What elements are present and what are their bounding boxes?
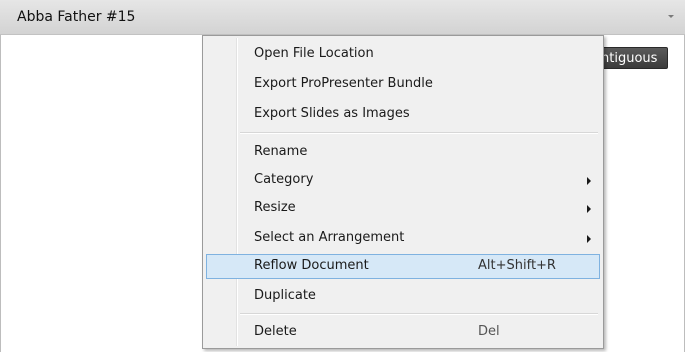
menu-item-label: Open File Location xyxy=(254,46,374,61)
menu-item-label: Duplicate xyxy=(254,288,316,303)
menu-item-reflow-document[interactable]: Reflow Document Alt+Shift+R xyxy=(206,254,600,279)
menu-separator xyxy=(240,313,598,315)
menu-item-label: Category xyxy=(254,172,314,187)
menu-item-category[interactable]: Category xyxy=(206,168,600,193)
menu-item-resize[interactable]: Resize xyxy=(206,196,600,221)
submenu-arrow-icon xyxy=(587,205,591,213)
menu-item-shortcut: Del xyxy=(478,324,500,339)
menu-item-duplicate[interactable]: Duplicate xyxy=(206,284,600,309)
app-window: Abba Father #15 Contiguous Open File Loc… xyxy=(0,0,685,352)
menu-item-label: Export ProPresenter Bundle xyxy=(254,76,433,91)
menu-item-select-an-arrangement[interactable]: Select an Arrangement xyxy=(206,226,600,251)
menu-item-label: Delete xyxy=(254,324,297,339)
menu-item-open-file-location[interactable]: Open File Location xyxy=(206,42,600,67)
menu-item-label: Export Slides as Images xyxy=(254,106,410,121)
menu-item-export-propresenter-bundle[interactable]: Export ProPresenter Bundle xyxy=(206,72,600,97)
menu-item-delete[interactable]: Delete Del xyxy=(206,320,600,345)
submenu-arrow-icon xyxy=(587,177,591,185)
document-title: Abba Father #15 xyxy=(17,9,136,25)
menu-item-rename[interactable]: Rename xyxy=(206,140,600,165)
submenu-arrow-icon xyxy=(587,235,591,243)
menu-item-label: Resize xyxy=(254,200,296,215)
context-menu: Open File Location Export ProPresenter B… xyxy=(202,35,604,349)
menu-item-export-slides-as-images[interactable]: Export Slides as Images xyxy=(206,102,600,127)
menu-item-shortcut: Alt+Shift+R xyxy=(478,258,556,273)
menu-item-label: Reflow Document xyxy=(254,258,369,273)
menu-item-label: Rename xyxy=(254,144,308,159)
document-title-bar[interactable]: Abba Father #15 xyxy=(0,0,685,35)
chevron-down-icon[interactable] xyxy=(668,15,674,18)
menu-separator xyxy=(240,132,598,134)
menu-item-label: Select an Arrangement xyxy=(254,230,405,245)
content-left-border xyxy=(0,35,1,352)
